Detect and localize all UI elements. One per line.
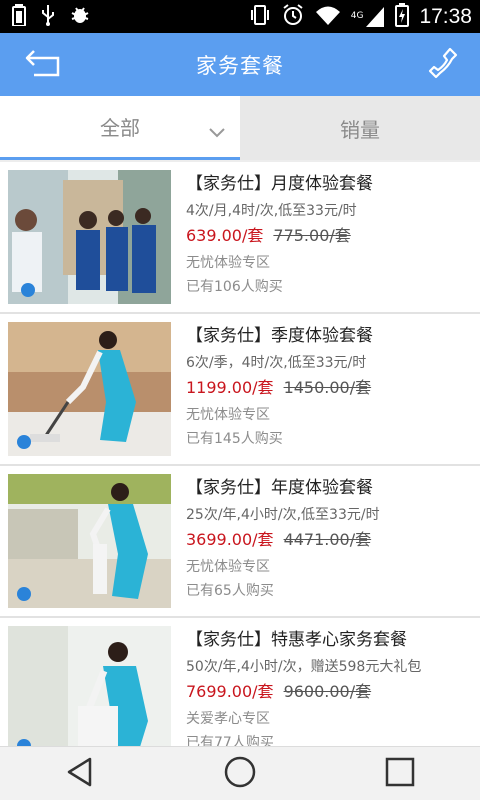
page-title: 家务套餐 <box>196 53 284 78</box>
product-spec: 6次/季，4时/次,低至33元/时 <box>186 355 367 371</box>
app-header: 家务套餐 <box>0 33 480 96</box>
wifi-icon <box>315 4 341 30</box>
product-original-price: 1450.00/套 <box>283 378 372 397</box>
product-price: 1199.00/套 <box>186 378 274 397</box>
tab-all[interactable]: 全部 <box>0 96 240 160</box>
product-image <box>8 474 171 608</box>
nav-back-button[interactable] <box>50 752 110 796</box>
nav-recents-button[interactable] <box>370 752 430 796</box>
product-original-price: 9600.00/套 <box>283 682 372 701</box>
tab-sales[interactable]: 销量 <box>240 96 480 160</box>
product-item[interactable]: 【家务仕】年度体验套餐 25次/年,4小时/次,低至33元/时 3699.00/… <box>0 466 480 618</box>
product-zone: 无忧体验专区 <box>186 407 270 423</box>
product-item[interactable]: 【家务仕】特惠孝心家务套餐 50次/年,4小时/次，赠送598元大礼包 7699… <box>0 618 480 746</box>
status-time: 17:38 <box>419 4 472 28</box>
usb-icon <box>40 4 56 30</box>
product-price: 7699.00/套 <box>186 682 274 701</box>
product-zone: 关爱孝心专区 <box>186 711 270 727</box>
system-nav-bar <box>0 746 480 800</box>
product-sold-count: 已有145人购买 <box>186 431 283 447</box>
nav-back-icon <box>65 757 95 791</box>
nav-home-icon <box>223 755 257 793</box>
alarm-icon <box>281 3 305 31</box>
product-sold-count: 已有77人购买 <box>186 735 274 746</box>
product-sold-count: 已有106人购买 <box>186 279 283 295</box>
product-image <box>8 170 171 304</box>
call-button[interactable] <box>422 45 462 85</box>
tab-sales-label: 销量 <box>340 117 380 142</box>
product-name: 【家务仕】特惠孝心家务套餐 <box>186 630 407 650</box>
product-sold-count: 已有65人购买 <box>186 583 274 599</box>
battery-charging-icon <box>395 2 410 31</box>
signal-icon: 4G <box>351 6 386 28</box>
battery-full-icon <box>12 3 26 30</box>
nav-home-button[interactable] <box>210 752 270 796</box>
phone-icon <box>422 47 462 89</box>
product-item[interactable]: 【家务仕】月度体验套餐 4次/月,4时/次,低至33元/时 639.00/套 77… <box>0 162 480 314</box>
bug-icon <box>70 5 90 29</box>
product-name: 【家务仕】年度体验套餐 <box>186 478 373 498</box>
product-price: 639.00/套 <box>186 226 264 245</box>
filter-tabs: 全部 销量 <box>0 96 480 160</box>
status-bar: 4G 17:38 <box>0 0 480 33</box>
product-image <box>8 626 171 746</box>
product-name: 【家务仕】月度体验套餐 <box>186 174 373 194</box>
product-item[interactable]: 【家务仕】季度体验套餐 6次/季，4时/次,低至33元/时 1199.00/套 1… <box>0 314 480 466</box>
product-zone: 无忧体验专区 <box>186 559 270 575</box>
product-original-price: 4471.00/套 <box>283 530 372 549</box>
back-arrow-icon <box>22 50 66 85</box>
product-spec: 4次/月,4时/次,低至33元/时 <box>186 203 357 219</box>
back-button[interactable] <box>22 47 66 81</box>
product-image <box>8 322 171 456</box>
product-price: 3699.00/套 <box>186 530 274 549</box>
product-spec: 50次/年,4小时/次，赠送598元大礼包 <box>186 659 422 675</box>
product-list: 【家务仕】月度体验套餐 4次/月,4时/次,低至33元/时 639.00/套 77… <box>0 162 480 746</box>
product-zone: 无忧体验专区 <box>186 255 270 271</box>
product-name: 【家务仕】季度体验套餐 <box>186 326 373 346</box>
product-spec: 25次/年,4小时/次,低至33元/时 <box>186 507 380 523</box>
product-original-price: 775.00/套 <box>273 226 351 245</box>
chevron-down-icon <box>208 120 226 144</box>
tab-all-label: 全部 <box>100 116 140 140</box>
vibrate-icon <box>249 4 271 30</box>
nav-recents-icon <box>384 756 416 792</box>
